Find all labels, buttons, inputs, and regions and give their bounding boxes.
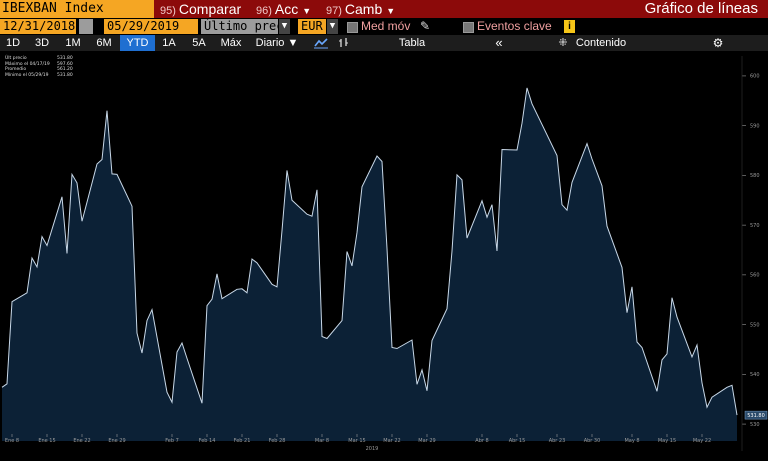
pencil-icon[interactable]: ✎ bbox=[420, 19, 430, 34]
x-tick-label: Mar 29 bbox=[418, 438, 435, 444]
y-tick-label: 600 bbox=[750, 74, 760, 80]
currency-field[interactable]: EUR bbox=[298, 19, 326, 34]
change-shortcut: 97) bbox=[326, 5, 342, 17]
change-label: Camb bbox=[344, 1, 383, 17]
compare-shortcut: 95) bbox=[160, 5, 176, 17]
x-tick-label: Mar 15 bbox=[348, 438, 365, 444]
info-icon[interactable]: i bbox=[564, 20, 575, 33]
chevron-down-icon: ▼ bbox=[302, 6, 312, 16]
table-button[interactable]: Tabla bbox=[392, 35, 432, 51]
x-tick-label: May 22 bbox=[693, 438, 711, 444]
bar-chart-icon[interactable] bbox=[338, 35, 350, 51]
x-tick-label: Abr 30 bbox=[584, 438, 601, 444]
x-tick-label: Mar 8 bbox=[315, 438, 329, 444]
chevron-down-icon: ▼ bbox=[386, 6, 396, 16]
x-tick-label: Ene 15 bbox=[38, 438, 55, 444]
period-bar: 1D 3D 1M 6M YTD 1A 5A Máx Diario ▼ Tabla… bbox=[0, 35, 768, 51]
chart-type-title: Gráfico de líneas bbox=[644, 0, 758, 17]
compare-button[interactable]: 95) Comparar bbox=[160, 0, 241, 18]
y-tick-label: 570 bbox=[750, 223, 760, 229]
y-tick-label: 530 bbox=[750, 422, 760, 428]
chart-legend: Últ precio 531.80 Máximo el 04/17/19 597.6… bbox=[5, 56, 73, 78]
change-menu[interactable]: 97) Camb ▼ bbox=[326, 0, 395, 18]
tab-3d[interactable]: 3D bbox=[30, 35, 54, 51]
chevron-down-icon[interactable]: ▼ bbox=[279, 19, 290, 34]
y-tick-label: 560 bbox=[750, 273, 760, 279]
tab-max[interactable]: Máx bbox=[216, 35, 246, 51]
legend-row-min: Mínimo el 05/29/19 531.80 bbox=[5, 73, 73, 79]
line-chart-icon-glyph bbox=[314, 38, 328, 49]
frequency-dropdown[interactable]: Diario ▼ bbox=[252, 35, 302, 51]
price-chart: 530 540 550 560 570 580 590 600 Ene 8 Ene 15 Ene 2… bbox=[0, 51, 768, 456]
chevron-down-icon: ▼ bbox=[287, 37, 299, 49]
actions-shortcut: 96) bbox=[256, 5, 272, 17]
line-chart-icon[interactable] bbox=[314, 35, 328, 51]
frequency-label: Diario bbox=[255, 37, 285, 49]
last-price-label: 531.80 bbox=[747, 413, 765, 419]
chevron-down-icon[interactable]: ▼ bbox=[327, 19, 338, 34]
date-separator bbox=[79, 19, 93, 34]
ticker-field[interactable]: IBEXBAN Index bbox=[0, 0, 154, 18]
x-axis-year-label: 2019 bbox=[366, 446, 379, 452]
x-tick-label: Feb 14 bbox=[199, 438, 216, 444]
bar-chart-icon-glyph bbox=[339, 38, 348, 48]
gear-icon[interactable]: ⚙ bbox=[710, 35, 726, 51]
x-tick-label: May 15 bbox=[658, 438, 676, 444]
crosshair-icon[interactable]: ⁜ bbox=[556, 35, 570, 51]
double-chevron-left-icon[interactable]: « bbox=[492, 35, 506, 51]
tab-1d[interactable]: 1D bbox=[2, 35, 24, 51]
key-events-label: Eventos clave bbox=[477, 19, 552, 33]
y-tick-label: 540 bbox=[750, 372, 760, 378]
tab-1a[interactable]: 1A bbox=[158, 35, 180, 51]
moving-average-label: Med móv bbox=[361, 19, 411, 33]
compare-label: Comparar bbox=[178, 1, 242, 17]
y-tick-label: 580 bbox=[750, 173, 760, 179]
x-tick-label: Abr 15 bbox=[509, 438, 526, 444]
x-tick-label: Abr 23 bbox=[549, 438, 566, 444]
controls-bar: 12/31/2018 05/29/2019 Último preci ▼ EUR… bbox=[0, 18, 768, 35]
top-toolbar: IBEXBAN Index 95) Comparar 96) Acc ▼ 97) Cam… bbox=[0, 0, 768, 18]
key-events-checkbox[interactable] bbox=[463, 22, 474, 33]
content-button[interactable]: Contenido bbox=[571, 35, 631, 51]
actions-menu[interactable]: 96) Acc ▼ bbox=[256, 0, 311, 18]
x-tick-label: May 8 bbox=[624, 438, 639, 444]
y-tick-label: 590 bbox=[750, 123, 760, 129]
end-date-field[interactable]: 05/29/2019 bbox=[104, 19, 198, 34]
tab-ytd[interactable]: YTD bbox=[120, 35, 155, 51]
x-tick-label: Ene 8 bbox=[5, 438, 19, 444]
tab-6m[interactable]: 6M bbox=[91, 35, 117, 51]
actions-label: Acc bbox=[274, 1, 299, 17]
x-tick-label: Mar 22 bbox=[383, 438, 400, 444]
tab-1m[interactable]: 1M bbox=[60, 35, 86, 51]
start-date-field[interactable]: 12/31/2018 bbox=[0, 19, 76, 34]
x-tick-label: Ene 22 bbox=[73, 438, 90, 444]
y-tick-label: 550 bbox=[750, 322, 760, 328]
chart-area-fill bbox=[2, 87, 737, 442]
tab-5a[interactable]: 5A bbox=[187, 35, 211, 51]
price-field-select[interactable]: Último preci bbox=[201, 19, 278, 34]
moving-average-checkbox[interactable] bbox=[347, 22, 358, 33]
legend-value: 531.80 bbox=[57, 72, 73, 78]
x-tick-label: Abr 8 bbox=[475, 438, 488, 444]
x-tick-label: Feb 21 bbox=[234, 438, 251, 444]
x-tick-label: Feb 28 bbox=[269, 438, 286, 444]
x-tick-label: Feb 7 bbox=[165, 438, 179, 444]
line-chart: 530 540 550 560 570 580 590 600 Ene 8 Ene 15 Ene 2… bbox=[1, 56, 768, 452]
legend-label: Mínimo el 05/29/19 bbox=[5, 72, 49, 78]
x-tick-label: Ene 29 bbox=[108, 438, 125, 444]
